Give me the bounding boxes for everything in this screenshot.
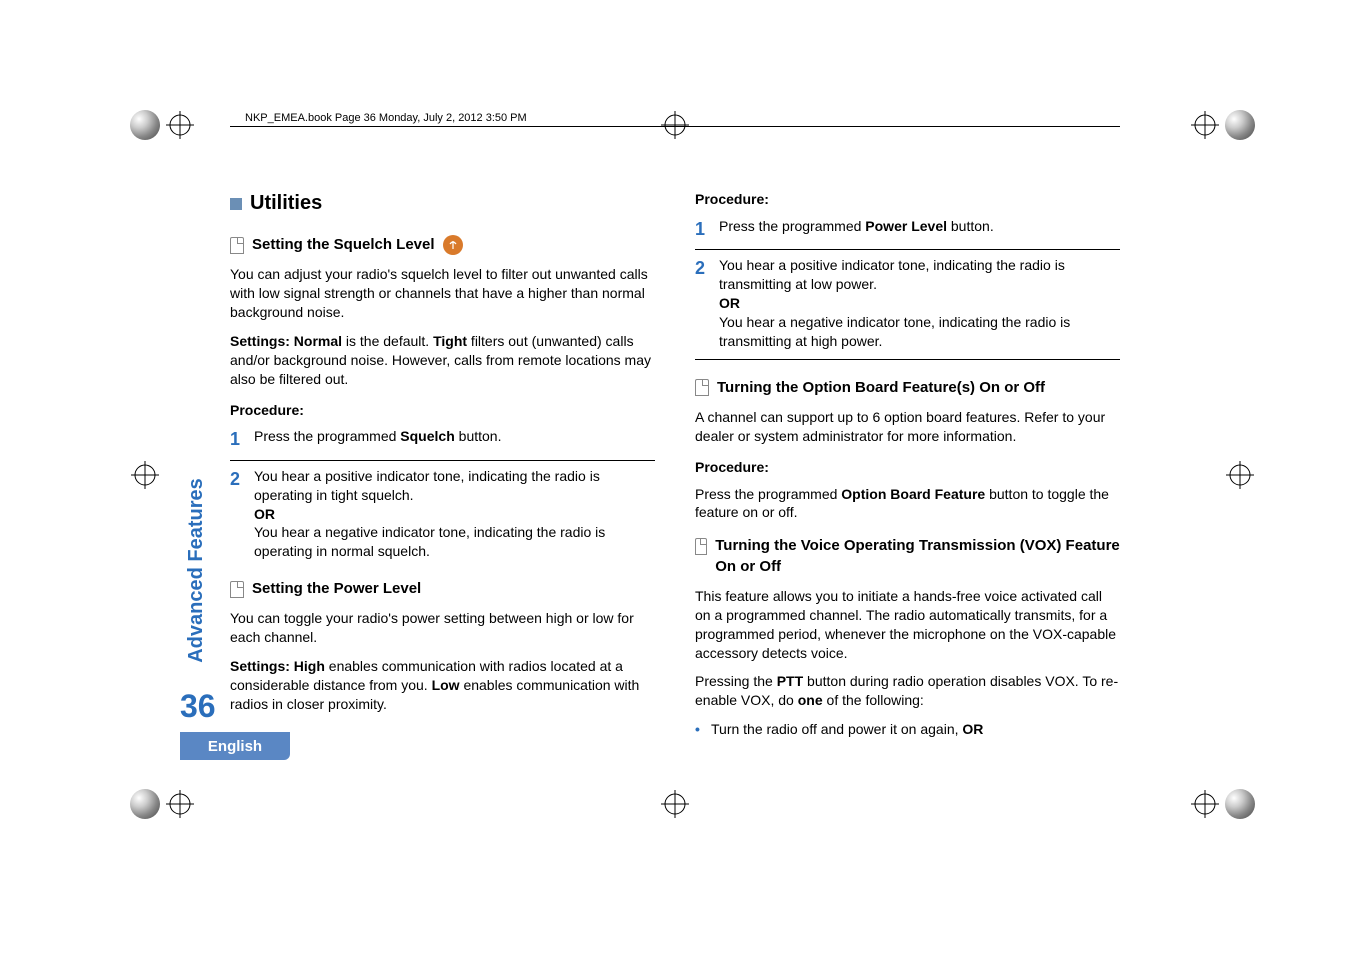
body-text: of the following: xyxy=(823,692,924,708)
page-icon xyxy=(695,538,707,555)
body-text: You hear a negative indicator tone, indi… xyxy=(719,314,1070,349)
divider xyxy=(695,249,1120,250)
subheading-text: Turning the Option Board Feature(s) On o… xyxy=(717,378,1045,398)
step-number: 2 xyxy=(230,467,254,561)
body-paragraph: A channel can support up to 6 option boa… xyxy=(695,408,1120,446)
list-item: • Turn the radio off and power it on aga… xyxy=(695,720,1120,739)
step-body: Press the programmed Power Level button. xyxy=(719,217,1120,241)
registration-mark xyxy=(1225,460,1255,490)
corner-ball xyxy=(1225,789,1255,819)
bold-text: Settings: Normal xyxy=(230,333,342,349)
body-paragraph: Settings: Normal is the default. Tight f… xyxy=(230,332,655,389)
side-tab: Advanced Features xyxy=(168,440,224,700)
body-text: You hear a positive indicator tone, indi… xyxy=(254,468,600,503)
antenna-icon xyxy=(443,235,463,255)
procedure-step: 2 You hear a positive indicator tone, in… xyxy=(230,467,655,561)
procedure-step: 1 Press the programmed Power Level butto… xyxy=(695,217,1120,241)
registration-mark xyxy=(660,789,690,819)
body-text: Press the programmed xyxy=(254,428,400,444)
subheading-text: Turning the Voice Operating Transmission… xyxy=(715,536,1120,577)
corner-ball xyxy=(1225,110,1255,140)
body-text: is the default. xyxy=(342,333,433,349)
bold-text: one xyxy=(798,692,823,708)
step-body: You hear a positive indicator tone, indi… xyxy=(254,467,655,561)
list-item-body: Turn the radio off and power it on again… xyxy=(711,720,983,739)
bold-text: Settings: High xyxy=(230,658,325,674)
step-number: 2 xyxy=(695,256,719,350)
right-column: Procedure: 1 Press the programmed Power … xyxy=(695,190,1120,764)
bold-text: Option Board Feature xyxy=(841,486,985,502)
section-bullet-icon xyxy=(230,198,242,210)
body-paragraph: Settings: High enables communication wit… xyxy=(230,657,655,714)
procedure-label: Procedure: xyxy=(230,401,655,420)
body-text: Press the programmed xyxy=(719,218,865,234)
corner-ball xyxy=(130,110,160,140)
subheading-text: Setting the Squelch Level xyxy=(252,235,435,255)
bold-text: OR xyxy=(254,506,275,522)
section-heading-text: Utilities xyxy=(250,192,322,214)
body-text: You hear a negative indicator tone, indi… xyxy=(254,524,605,559)
divider xyxy=(695,359,1120,360)
procedure-label: Procedure: xyxy=(695,458,1120,477)
page-icon xyxy=(695,379,709,396)
divider xyxy=(230,460,655,461)
page-content: Utilities Setting the Squelch Level You … xyxy=(230,190,1120,764)
step-body: You hear a positive indicator tone, indi… xyxy=(719,256,1120,350)
body-text: Pressing the xyxy=(695,673,777,689)
bullet-icon: • xyxy=(695,720,711,739)
step-number: 1 xyxy=(695,217,719,241)
step-number: 1 xyxy=(230,427,254,451)
registration-mark xyxy=(130,460,160,490)
bold-text: Power Level xyxy=(865,218,947,234)
registration-mark xyxy=(1190,110,1220,140)
body-text: button. xyxy=(947,218,994,234)
subheading-row: Setting the Power Level xyxy=(230,579,655,599)
bold-text: OR xyxy=(962,721,983,737)
body-text: button. xyxy=(455,428,502,444)
subheading-row: Turning the Option Board Feature(s) On o… xyxy=(695,378,1120,398)
subheading-row: Turning the Voice Operating Transmission… xyxy=(695,536,1120,577)
body-paragraph: Pressing the PTT button during radio ope… xyxy=(695,672,1120,710)
running-head: NKP_EMEA.book Page 36 Monday, July 2, 20… xyxy=(245,112,527,124)
header-rule xyxy=(230,126,1120,129)
side-tab-label: Advanced Features xyxy=(185,478,208,663)
registration-mark xyxy=(1190,789,1220,819)
subheading-row: Setting the Squelch Level xyxy=(230,235,655,255)
page-icon xyxy=(230,237,244,254)
section-heading: Utilities xyxy=(230,190,655,217)
procedure-step: 1 Press the programmed Squelch button. xyxy=(230,427,655,451)
page-icon xyxy=(230,581,244,598)
bold-text: Low xyxy=(432,677,460,693)
body-paragraph: You can toggle your radio's power settin… xyxy=(230,609,655,647)
body-text: Turn the radio off and power it on again… xyxy=(711,721,962,737)
body-paragraph: This feature allows you to initiate a ha… xyxy=(695,587,1120,663)
bold-text: OR xyxy=(719,295,740,311)
bold-text: PTT xyxy=(777,673,803,689)
body-text: Press the programmed xyxy=(695,486,841,502)
corner-ball xyxy=(130,789,160,819)
procedure-step: 2 You hear a positive indicator tone, in… xyxy=(695,256,1120,350)
subheading-text: Setting the Power Level xyxy=(252,579,421,599)
body-paragraph: You can adjust your radio's squelch leve… xyxy=(230,265,655,322)
body-paragraph: Press the programmed Option Board Featur… xyxy=(695,485,1120,523)
procedure-label: Procedure: xyxy=(695,190,1120,209)
registration-mark xyxy=(165,110,195,140)
left-column: Utilities Setting the Squelch Level You … xyxy=(230,190,655,764)
page-number: 36 xyxy=(180,688,216,725)
registration-mark xyxy=(165,789,195,819)
bold-text: Squelch xyxy=(400,428,454,444)
step-body: Press the programmed Squelch button. xyxy=(254,427,655,451)
bold-text: Tight xyxy=(433,333,467,349)
body-text: You hear a positive indicator tone, indi… xyxy=(719,257,1065,292)
registration-mark xyxy=(660,110,690,140)
